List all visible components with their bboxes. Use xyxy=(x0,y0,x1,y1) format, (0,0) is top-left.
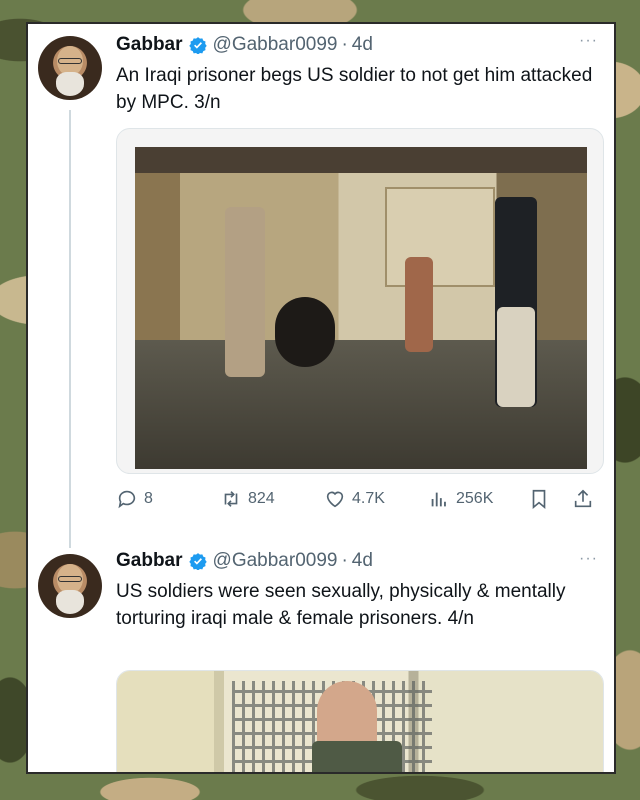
prison-corridor-photo xyxy=(135,147,587,469)
like-icon xyxy=(326,491,344,508)
separator-dot: · xyxy=(341,34,348,55)
display-name[interactable]: Gabbar xyxy=(116,550,183,572)
repost-count: 824 xyxy=(248,490,275,507)
repost-button[interactable]: 824 xyxy=(220,488,324,510)
repost-icon xyxy=(224,491,238,507)
share-button[interactable] xyxy=(572,488,600,510)
verified-badge-icon xyxy=(188,37,207,54)
like-button[interactable]: 4.7K xyxy=(324,488,428,510)
user-handle[interactable]: @Gabbar0099 xyxy=(213,550,338,572)
views-icon xyxy=(431,492,446,507)
tweet-text: US soldiers were seen sexually, physical… xyxy=(116,581,566,629)
view-count: 256K xyxy=(456,490,494,507)
tweet-header: Gabbar @Gabbar0099 · 4d xyxy=(116,34,373,56)
tweet-thread-card: Gabbar @Gabbar0099 · 4d ··· An Iraqi pri… xyxy=(26,22,616,774)
user-handle[interactable]: @Gabbar0099 xyxy=(213,34,338,56)
views-button[interactable]: 256K xyxy=(428,488,528,510)
timestamp[interactable]: 4d xyxy=(352,550,373,572)
share-icon xyxy=(574,489,592,508)
tweet-text: An Iraqi prisoner begs US soldier to not… xyxy=(116,65,593,113)
timestamp[interactable]: 4d xyxy=(352,34,373,56)
avatar[interactable] xyxy=(38,36,102,100)
verified-badge-icon xyxy=(188,553,207,570)
tweet-4[interactable]: Gabbar @Gabbar0099 · 4d ··· US soldiers … xyxy=(28,544,614,772)
bookmark-button[interactable] xyxy=(528,488,572,510)
like-count: 4.7K xyxy=(352,490,385,507)
separator-dot: · xyxy=(341,550,348,571)
tweet-media-image[interactable] xyxy=(116,670,604,772)
more-options-button[interactable]: ··· xyxy=(579,32,598,50)
tweet-media-image[interactable] xyxy=(116,128,604,474)
prison-cell-photo xyxy=(117,671,603,772)
reply-button[interactable]: 8 xyxy=(116,488,220,510)
more-options-button[interactable]: ··· xyxy=(579,550,598,568)
avatar[interactable] xyxy=(38,554,102,618)
tweet-3[interactable]: Gabbar @Gabbar0099 · 4d ··· An Iraqi pri… xyxy=(28,24,614,544)
tweet-header: Gabbar @Gabbar0099 · 4d xyxy=(116,550,373,572)
tweet-actions-bar: 8 824 4.7K 256K xyxy=(116,488,600,510)
bookmark-icon xyxy=(532,489,546,510)
reply-count: 8 xyxy=(144,490,153,507)
reply-icon xyxy=(118,490,136,509)
display-name[interactable]: Gabbar xyxy=(116,34,183,56)
